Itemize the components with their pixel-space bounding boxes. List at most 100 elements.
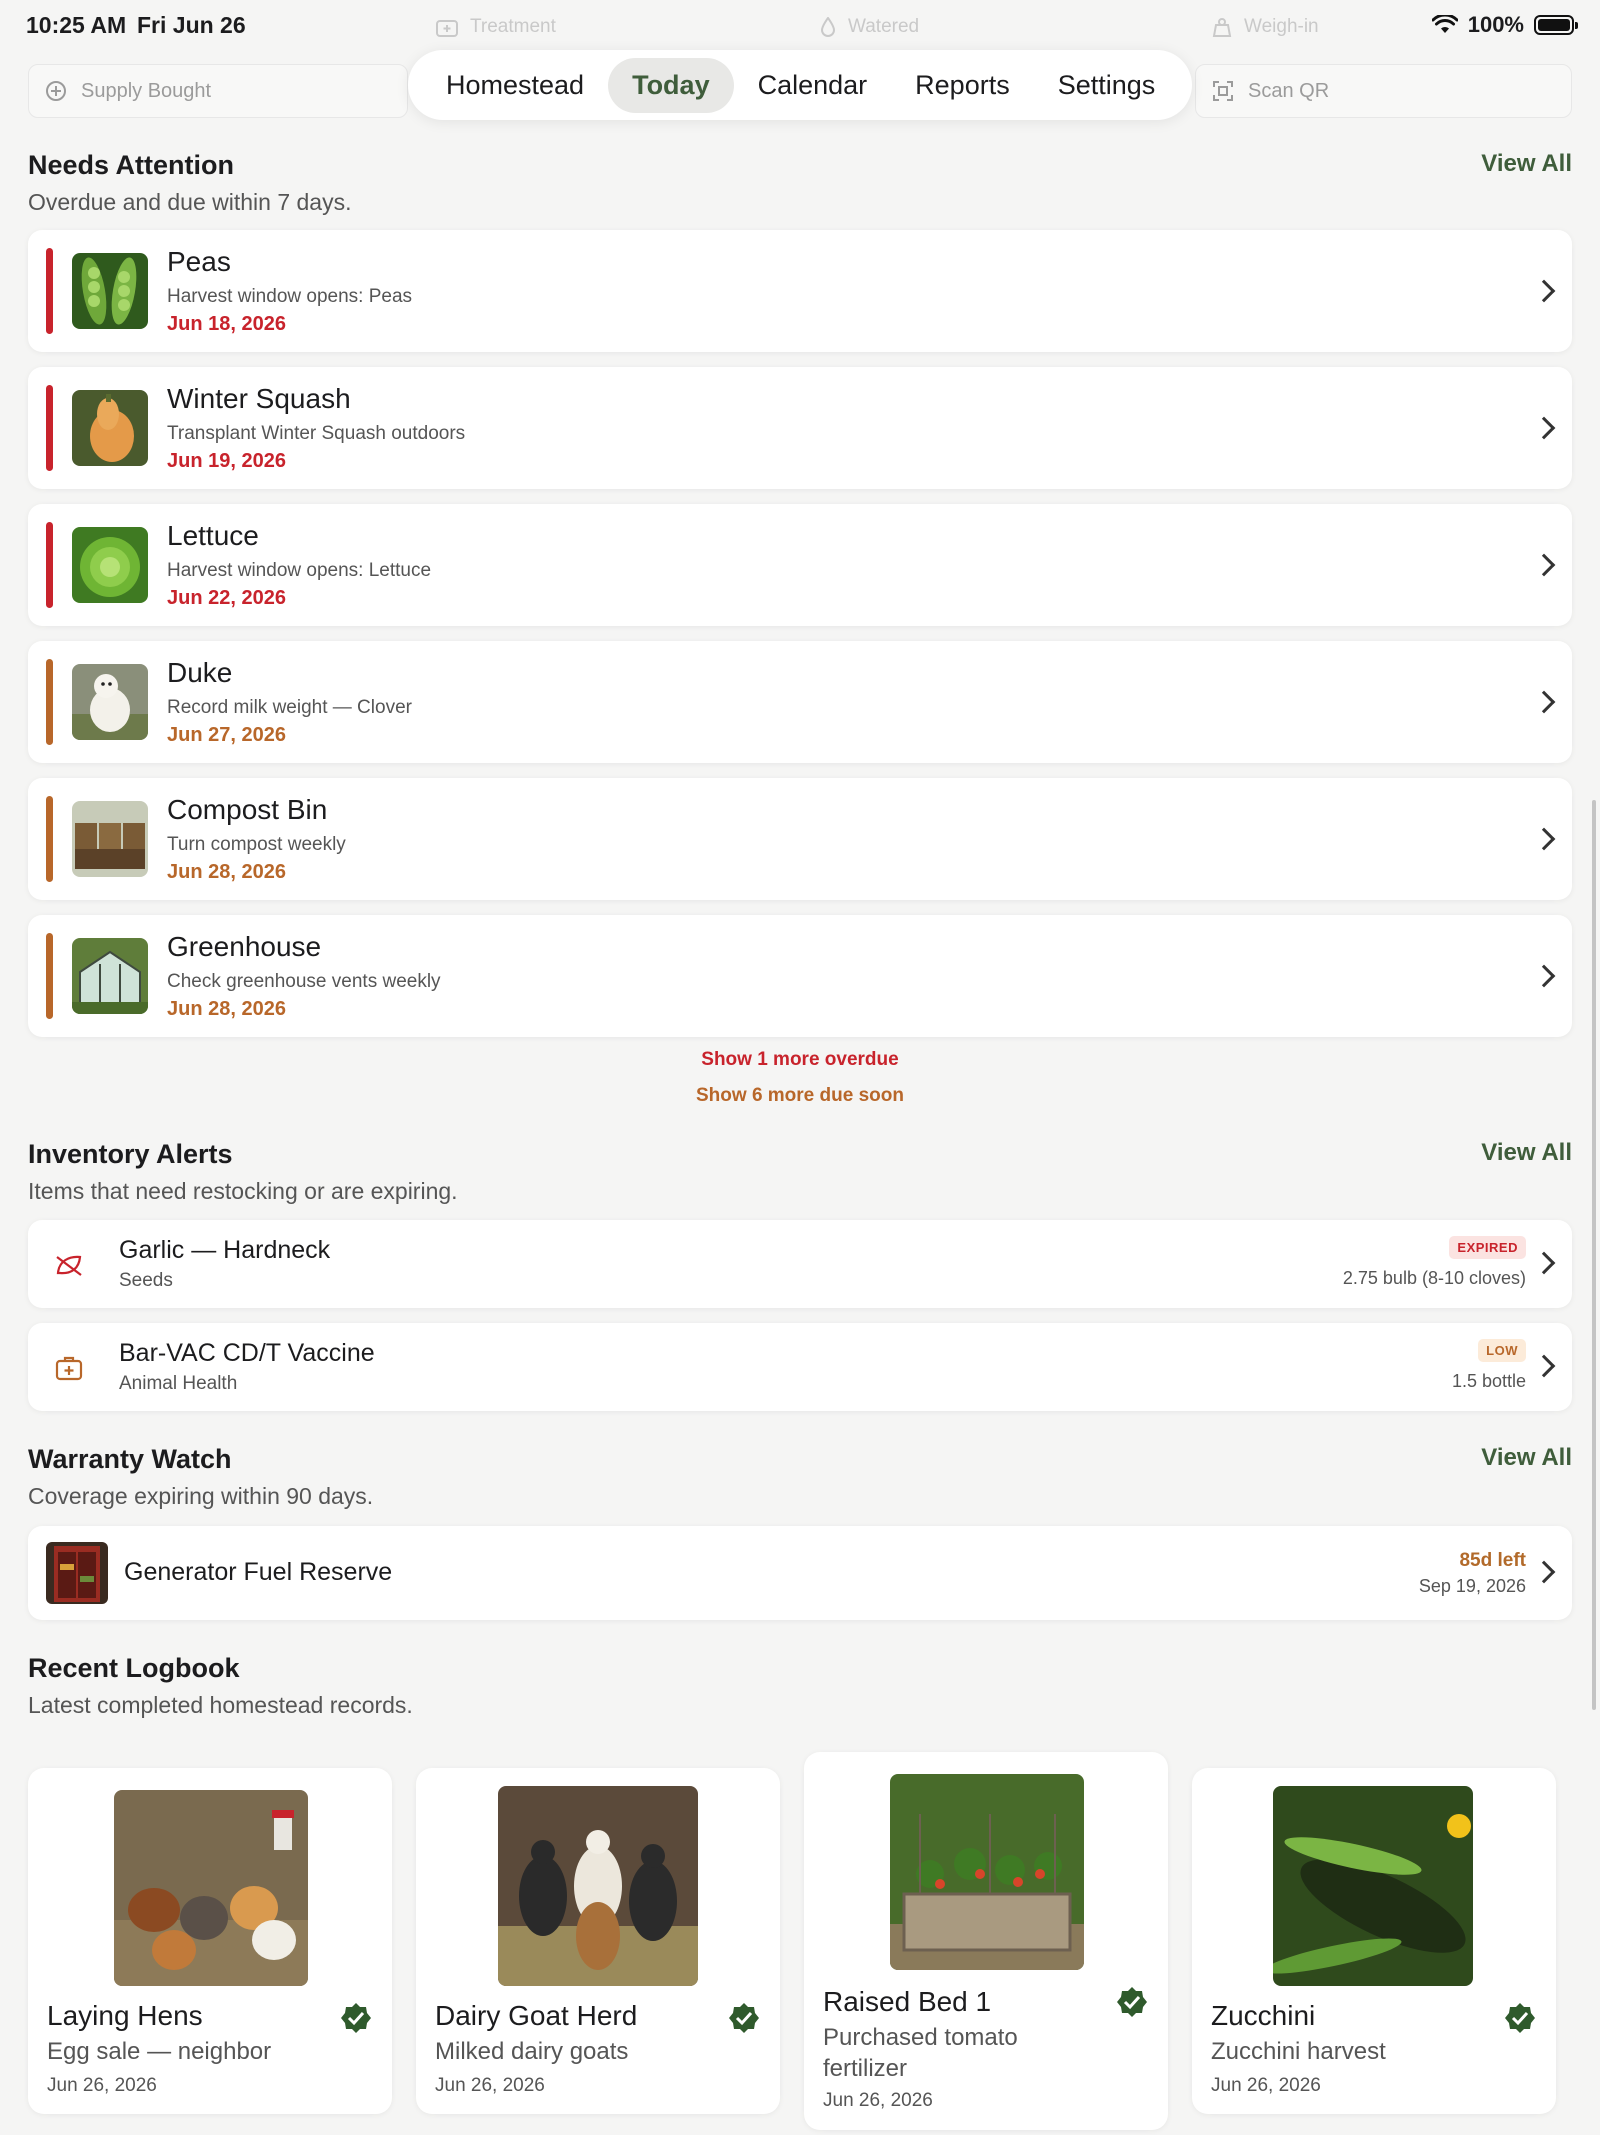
log-title: Raised Bed 1 — [823, 1986, 992, 2017]
task-card-compost-bin[interactable]: Compost Bin Turn compost weekly Jun 28, … — [28, 778, 1572, 900]
winter-squash-thumbnail — [72, 390, 148, 466]
compost-bin-thumbnail — [72, 801, 148, 877]
chevron-right-icon — [1532, 827, 1556, 851]
log-date: Jun 26, 2026 — [47, 2075, 157, 2096]
needs-attention-header: Needs Attention Overdue and due within 7… — [28, 150, 1572, 216]
verified-check-icon — [341, 2003, 371, 2033]
inventory-name: Bar-VAC CD/T Vaccine — [119, 1339, 375, 1367]
status-bar-due-soon — [46, 933, 53, 1019]
inventory-category: Animal Health — [119, 1373, 238, 1394]
status-bar-overdue — [46, 522, 53, 608]
tab-homestead[interactable]: Homestead — [422, 58, 608, 113]
show-more-overdue-link[interactable]: Show 1 more overdue — [0, 1049, 1600, 1071]
log-card-dairy-goat-herd[interactable]: Dairy Goat Herd Milked dairy goats Jun 2… — [416, 1768, 780, 2114]
weight-icon — [1212, 18, 1232, 37]
warranty-watch-header: Warranty Watch Coverage expiring within … — [28, 1444, 1572, 1510]
task-name: Winter Squash — [167, 383, 351, 414]
quick-action-watered-label: Watered — [848, 16, 920, 37]
log-sub: Zucchini harvest — [1211, 2038, 1386, 2065]
task-desc: Check greenhouse vents weekly — [167, 971, 441, 992]
log-sub: Egg sale — neighbor — [47, 2038, 272, 2065]
inventory-alerts-header: Inventory Alerts Items that need restock… — [28, 1139, 1572, 1205]
wifi-icon — [1431, 15, 1458, 33]
battery-percent: 100% — [1467, 12, 1524, 37]
recent-logbook-header: Recent Logbook Latest completed homestea… — [28, 1653, 1572, 1719]
battery-icon — [1534, 15, 1578, 35]
task-desc: Record milk weight — Clover — [167, 697, 412, 718]
task-due: Jun 19, 2026 — [167, 450, 286, 472]
laying-hens-photo — [114, 1790, 308, 1986]
inventory-qty: 1.5 bottle — [1451, 1371, 1526, 1391]
task-due: Jun 27, 2026 — [167, 724, 286, 746]
seed-leaf-icon — [46, 1242, 92, 1288]
task-name: Lettuce — [167, 520, 259, 551]
chevron-right-icon — [1532, 690, 1556, 714]
log-card-raised-bed-1[interactable]: Raised Bed 1 Purchased tomato fertilizer… — [804, 1752, 1168, 2130]
supply-bought-label: Supply Bought — [81, 79, 212, 102]
warranty-item-generator[interactable]: Generator Fuel Reserve 85d left Sep 19, … — [28, 1526, 1572, 1620]
task-due: Jun 28, 2026 — [167, 861, 286, 883]
log-title: Zucchini — [1211, 2000, 1316, 2031]
generator-thumbnail — [46, 1542, 108, 1604]
inventory-item-vaccine[interactable]: Bar-VAC CD/T Vaccine Animal Health LOW 1… — [28, 1323, 1572, 1411]
quick-action-treatment[interactable]: Treatment — [436, 16, 556, 38]
task-desc: Transplant Winter Squash outdoors — [167, 423, 466, 444]
section-subtitle: Coverage expiring within 90 days. — [28, 1483, 374, 1509]
task-card-greenhouse[interactable]: Greenhouse Check greenhouse vents weekly… — [28, 915, 1572, 1037]
tab-bar: Homestead Today Calendar Reports Setting… — [408, 50, 1192, 120]
quick-action-weigh-in[interactable]: Weigh-in — [1212, 16, 1319, 38]
chevron-right-icon — [1532, 416, 1556, 440]
task-due: Jun 28, 2026 — [167, 998, 286, 1020]
status-bar-due-soon — [46, 796, 53, 882]
log-title: Laying Hens — [47, 2000, 203, 2031]
tab-today[interactable]: Today — [608, 57, 734, 113]
task-due: Jun 22, 2026 — [167, 587, 286, 609]
status-bar: 10:25 AM Fri Jun 26 100% — [0, 0, 1600, 50]
task-name: Peas — [167, 246, 231, 277]
task-desc: Turn compost weekly — [167, 834, 346, 855]
status-bar-due-soon — [46, 659, 53, 745]
task-name: Compost Bin — [167, 794, 328, 825]
log-card-zucchini[interactable]: Zucchini Zucchini harvest Jun 26, 2026 — [1192, 1768, 1556, 2114]
tab-calendar[interactable]: Calendar — [734, 58, 892, 113]
section-title: Recent Logbook — [28, 1653, 240, 1683]
status-bar-overdue — [46, 385, 53, 471]
chevron-right-icon — [1532, 1251, 1556, 1275]
quick-action-treatment-label: Treatment — [470, 16, 556, 37]
section-subtitle: Overdue and due within 7 days. — [28, 189, 352, 215]
inventory-qty: 2.75 bulb (8-10 cloves) — [1342, 1268, 1526, 1288]
log-date: Jun 26, 2026 — [1211, 2075, 1321, 2096]
status-badge-expired: EXPIRED — [1449, 1236, 1526, 1259]
supply-bought-button[interactable]: Supply Bought — [28, 64, 408, 118]
view-all-warranty[interactable]: View All — [1481, 1444, 1572, 1472]
medkit-icon — [46, 1345, 92, 1391]
scan-qr-button[interactable]: Scan QR — [1195, 64, 1572, 118]
task-card-duke[interactable]: Duke Record milk weight — Clover Jun 27,… — [28, 641, 1572, 763]
peas-thumbnail — [72, 253, 148, 329]
task-card-winter-squash[interactable]: Winter Squash Transplant Winter Squash o… — [28, 367, 1572, 489]
log-date: Jun 26, 2026 — [823, 2090, 933, 2111]
section-title: Warranty Watch — [28, 1444, 232, 1474]
view-all-inventory[interactable]: View All — [1481, 1139, 1572, 1167]
inventory-category: Seeds — [119, 1270, 173, 1291]
task-card-lettuce[interactable]: Lettuce Harvest window opens: Lettuce Ju… — [28, 504, 1572, 626]
log-card-laying-hens[interactable]: Laying Hens Egg sale — neighbor Jun 26, … — [28, 1768, 392, 2114]
chevron-right-icon — [1532, 964, 1556, 988]
dairy-goats-photo — [498, 1786, 698, 1986]
chevron-right-icon — [1532, 1354, 1556, 1378]
quick-action-watered[interactable]: Watered — [820, 16, 919, 38]
task-desc: Harvest window opens: Lettuce — [167, 560, 432, 581]
warranty-date: Sep 19, 2026 — [1418, 1576, 1526, 1596]
log-date: Jun 26, 2026 — [435, 2075, 545, 2096]
status-date: Fri Jun 26 — [137, 12, 246, 38]
scan-qr-label: Scan QR — [1248, 79, 1330, 102]
inventory-item-garlic[interactable]: Garlic — Hardneck Seeds EXPIRED 2.75 bul… — [28, 1220, 1572, 1308]
tab-settings[interactable]: Settings — [1034, 58, 1180, 113]
task-card-peas[interactable]: Peas Harvest window opens: Peas Jun 18, … — [28, 230, 1572, 352]
tab-reports[interactable]: Reports — [891, 58, 1034, 113]
status-bar-overdue — [46, 248, 53, 334]
view-all-needs-attention[interactable]: View All — [1481, 150, 1572, 178]
scrollbar[interactable] — [1592, 800, 1596, 1710]
show-more-due-soon-link[interactable]: Show 6 more due soon — [0, 1085, 1600, 1107]
warranty-name: Generator Fuel Reserve — [124, 1558, 393, 1586]
